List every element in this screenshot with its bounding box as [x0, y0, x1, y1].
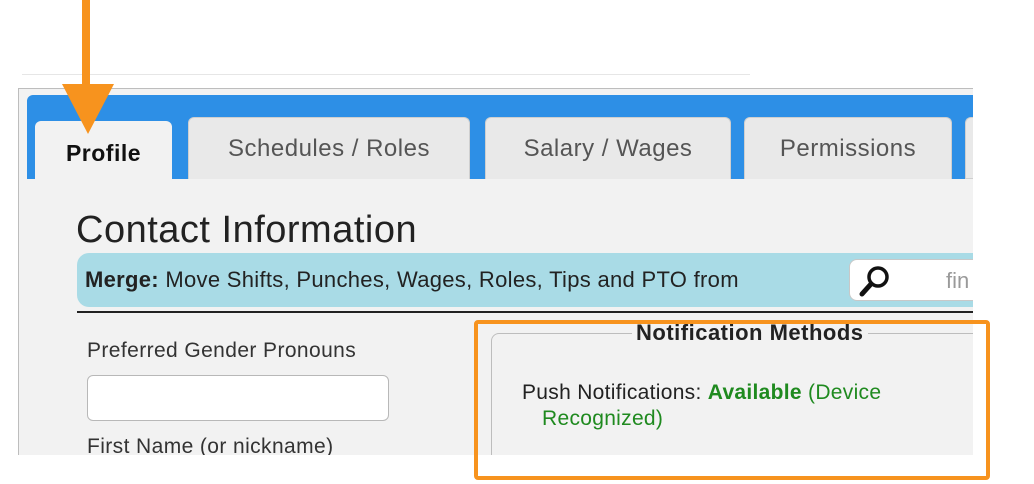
page-title: Contact Information — [76, 209, 418, 251]
tab-salary-wages[interactable]: Salary / Wages — [485, 117, 731, 179]
tab-next-partial[interactable] — [965, 117, 973, 179]
tab-profile-label: Profile — [65, 139, 142, 166]
merge-search-input[interactable] — [898, 266, 973, 296]
first-name-label: First Name (or nickname) — [87, 435, 334, 455]
tab-bar: Profile Schedules / Roles Salary / Wages… — [27, 95, 973, 181]
section-divider — [77, 311, 973, 313]
merge-search[interactable] — [849, 259, 973, 301]
search-icon[interactable] — [858, 264, 892, 298]
merge-label: Merge: — [85, 267, 159, 292]
tab-permissions[interactable]: Permissions — [744, 117, 952, 179]
merge-text: Merge: Move Shifts, Punches, Wages, Role… — [85, 267, 739, 293]
merge-bar: Merge: Move Shifts, Punches, Wages, Role… — [77, 253, 973, 307]
tab-permissions-label: Permissions — [779, 134, 917, 162]
tab-schedules-roles[interactable]: Schedules / Roles — [188, 117, 470, 179]
tab-salary-wages-label: Salary / Wages — [523, 134, 693, 162]
annotation-arrow-icon — [62, 0, 114, 134]
pronouns-input[interactable] — [87, 375, 389, 421]
merge-description: Move Shifts, Punches, Wages, Roles, Tips… — [165, 267, 739, 292]
annotation-highlight-box — [474, 320, 990, 480]
tab-schedules-roles-label: Schedules / Roles — [228, 134, 430, 162]
pronouns-label: Preferred Gender Pronouns — [87, 339, 357, 362]
top-divider — [22, 74, 750, 75]
